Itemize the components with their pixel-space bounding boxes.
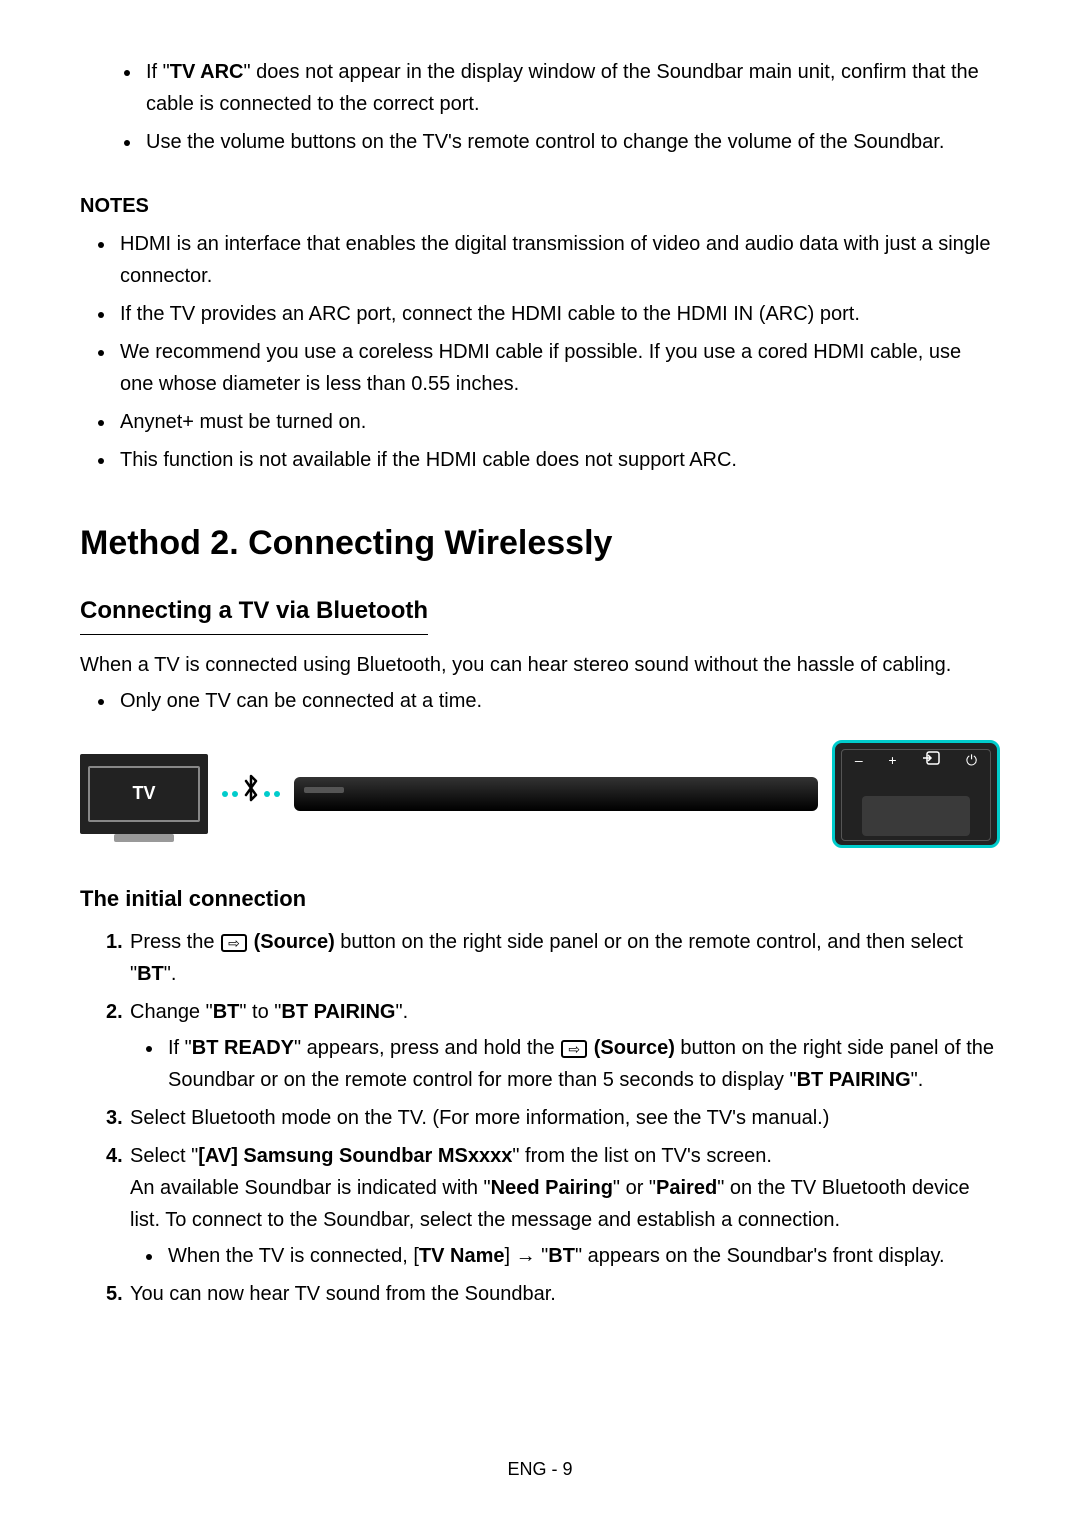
subheading: Connecting a TV via Bluetooth [80, 592, 428, 634]
page-footer: ENG - 9 [0, 1455, 1080, 1484]
text: If " [168, 1037, 192, 1059]
dot-icon [264, 791, 270, 797]
list-item: Use the volume buttons on the TV's remot… [142, 126, 1000, 158]
text: Press the [130, 931, 220, 953]
text: ". [164, 963, 177, 985]
list-item: If the TV provides an ARC port, connect … [116, 298, 1000, 330]
text: Select " [130, 1145, 198, 1167]
text: " [536, 1245, 549, 1267]
list-item: When the TV is connected, [TV Name] → "B… [164, 1240, 1000, 1272]
step-item: Select "[AV] Samsung Soundbar MSxxxx" fr… [106, 1140, 1000, 1272]
text: When the TV is connected, [ [168, 1245, 419, 1267]
soundbar-icon [294, 777, 818, 811]
list-item: HDMI is an interface that enables the di… [116, 228, 1000, 292]
top-bullet-list: If "TV ARC" does not appear in the displ… [142, 56, 1000, 158]
dot-icon [222, 791, 228, 797]
step-item: Change "BT" to "BT PAIRING". If "BT READ… [106, 996, 1000, 1096]
list-item: Only one TV can be connected at a time. [116, 685, 1000, 717]
initial-connection-heading: The initial connection [80, 881, 1000, 916]
step-item: Press the (Source) button on the right s… [106, 926, 1000, 990]
tv-icon: TV [80, 754, 208, 834]
source-icon [561, 1040, 587, 1058]
minus-icon: – [855, 749, 863, 771]
steps-list: Press the (Source) button on the right s… [106, 926, 1000, 1310]
bold-text: (Source) [248, 931, 335, 953]
step-item: Select Bluetooth mode on the TV. (For mo… [106, 1102, 1000, 1134]
text: If " [146, 61, 170, 83]
panel-body-icon [862, 796, 970, 836]
bold-text: BT PAIRING [281, 1001, 395, 1023]
text: ] [504, 1245, 515, 1267]
list-item: This function is not available if the HD… [116, 444, 1000, 476]
bold-text: TV Name [419, 1245, 505, 1267]
text: " or " [613, 1177, 656, 1199]
intro-bullet-list: Only one TV can be connected at a time. [116, 685, 1000, 717]
bold-text: (Source) [588, 1037, 675, 1059]
bold-text: BT [137, 963, 164, 985]
bold-text: BT [213, 1001, 240, 1023]
list-item: Anynet+ must be turned on. [116, 406, 1000, 438]
list-item: If "BT READY" appears, press and hold th… [164, 1032, 1000, 1096]
intro-text: When a TV is connected using Bluetooth, … [80, 649, 1000, 681]
bluetooth-diagram: TV – + ⏻ [80, 739, 1000, 849]
notes-heading: NOTES [80, 190, 1000, 222]
step-item: You can now hear TV sound from the Sound… [106, 1278, 1000, 1310]
side-panel-icon: – + ⏻ [832, 740, 1000, 848]
text: " does not appear in the display window … [146, 61, 979, 115]
text: An available Soundbar is indicated with … [130, 1177, 491, 1199]
dot-icon [274, 791, 280, 797]
text: ". [395, 1001, 408, 1023]
text: Change " [130, 1001, 213, 1023]
text: " from the list on TV's screen. [512, 1145, 772, 1167]
plus-icon: + [888, 749, 896, 771]
dot-icon [232, 791, 238, 797]
list-item: If "TV ARC" does not appear in the displ… [142, 56, 1000, 120]
bold-text: [AV] Samsung Soundbar MSxxxx [198, 1145, 512, 1167]
text: " appears on the Soundbar's front displa… [575, 1245, 945, 1267]
bold-text: BT READY [192, 1037, 294, 1059]
text: " appears, press and hold the [294, 1037, 560, 1059]
arrow-icon: → [516, 1245, 536, 1267]
notes-list: HDMI is an interface that enables the di… [116, 228, 1000, 476]
bluetooth-indicator [222, 773, 280, 815]
text: ". [911, 1069, 924, 1091]
tv-label: TV [88, 766, 200, 822]
tv-stand-icon [114, 834, 174, 842]
bold-text: BT [548, 1245, 575, 1267]
nested-bullet-list: When the TV is connected, [TV Name] → "B… [164, 1240, 1000, 1272]
source-icon [221, 934, 247, 952]
source-icon [922, 749, 940, 771]
method-heading: Method 2. Connecting Wirelessly [80, 516, 1000, 570]
bold-text: BT PAIRING [797, 1069, 911, 1091]
bold-text: TV ARC [170, 61, 244, 83]
bold-text: Need Pairing [491, 1177, 613, 1199]
list-item: We recommend you use a coreless HDMI cab… [116, 336, 1000, 400]
bold-text: Paired [656, 1177, 717, 1199]
text: " to " [239, 1001, 281, 1023]
power-icon: ⏻ [966, 749, 977, 771]
nested-bullet-list: If "BT READY" appears, press and hold th… [164, 1032, 1000, 1096]
bluetooth-icon [242, 773, 260, 815]
